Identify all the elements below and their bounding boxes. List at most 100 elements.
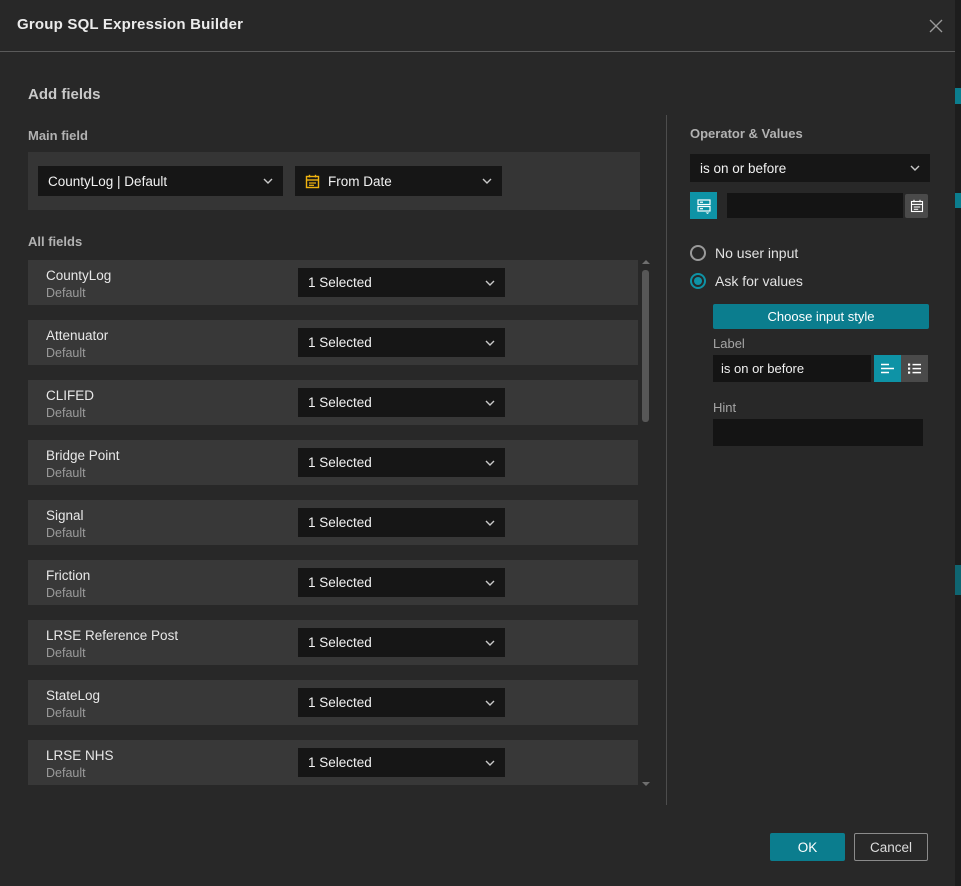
field-subtitle: Default [46, 526, 86, 540]
main-field-heading: Main field [28, 128, 88, 143]
radio-label: No user input [715, 245, 798, 261]
field-row: StateLog Default 1 Selected [28, 680, 638, 725]
field-row: Attenuator Default 1 Selected [28, 320, 638, 365]
hint-caption: Hint [713, 400, 736, 415]
field-selected-dropdown[interactable]: 1 Selected [298, 268, 505, 297]
field-selected-dropdown[interactable]: 1 Selected [298, 508, 505, 537]
choose-input-style-button[interactable]: Choose input style [713, 304, 929, 329]
calendar-icon [910, 199, 924, 213]
radio-no-user-input[interactable]: No user input [690, 245, 798, 261]
field-selected-dropdown[interactable]: 1 Selected [298, 688, 505, 717]
label-caption: Label [713, 336, 745, 351]
field-selected-dropdown[interactable]: 1 Selected [298, 628, 505, 657]
background-app-edge [955, 0, 961, 886]
value-input[interactable] [727, 193, 903, 218]
edge-accent [955, 565, 961, 595]
field-name: Bridge Point [46, 448, 120, 463]
operator-select-value: is on or before [700, 161, 904, 176]
field-name: Attenuator [46, 328, 108, 343]
field-name: StateLog [46, 688, 100, 703]
edge-accent [955, 193, 961, 208]
dialog-title: Group SQL Expression Builder [17, 16, 243, 33]
field-subtitle: Default [46, 706, 86, 720]
stacked-values-icon [696, 198, 712, 214]
chevron-down-icon [482, 178, 492, 184]
main-field-layer-select-value: CountyLog | Default [48, 174, 257, 189]
single-input-style-button[interactable] [874, 355, 901, 382]
main-field-field-select[interactable]: From Date [295, 166, 502, 196]
label-input[interactable] [713, 355, 871, 382]
chevron-down-icon [485, 520, 495, 526]
field-subtitle: Default [46, 646, 86, 660]
field-selected-value: 1 Selected [308, 755, 479, 770]
main-field-field-select-value: From Date [328, 174, 476, 189]
chevron-down-icon [485, 700, 495, 706]
field-row: LRSE Reference Post Default 1 Selected [28, 620, 638, 665]
list-scrollbar[interactable] [641, 258, 650, 788]
field-name: LRSE NHS [46, 748, 114, 763]
field-selected-dropdown[interactable]: 1 Selected [298, 328, 505, 357]
close-icon [928, 18, 944, 34]
calendar-icon [305, 174, 320, 189]
chevron-down-icon [485, 400, 495, 406]
field-selected-dropdown[interactable]: 1 Selected [298, 388, 505, 417]
field-subtitle: Default [46, 466, 86, 480]
field-name: LRSE Reference Post [46, 628, 178, 643]
field-selected-value: 1 Selected [308, 395, 479, 410]
hint-input[interactable] [713, 419, 923, 446]
field-name: Signal [46, 508, 84, 523]
field-row: Friction Default 1 Selected [28, 560, 638, 605]
radio-circle-icon [690, 245, 706, 261]
chevron-down-icon [485, 580, 495, 586]
field-selected-value: 1 Selected [308, 455, 479, 470]
main-field-layer-select[interactable]: CountyLog | Default [38, 166, 283, 196]
radio-ask-for-values[interactable]: Ask for values [690, 273, 803, 289]
cancel-button[interactable]: Cancel [854, 833, 928, 861]
chevron-down-icon [485, 640, 495, 646]
field-name: CountyLog [46, 268, 111, 283]
main-field-panel: CountyLog | Default From Date [28, 152, 640, 210]
chevron-down-icon [485, 280, 495, 286]
date-picker-button[interactable] [905, 194, 928, 218]
field-name: Friction [46, 568, 90, 583]
radio-selected-icon [690, 273, 706, 289]
scrollbar-up-arrow-icon[interactable] [642, 260, 650, 264]
chevron-down-icon [485, 760, 495, 766]
unique-values-button[interactable] [690, 192, 717, 219]
field-row: LRSE NHS Default 1 Selected [28, 740, 638, 785]
all-fields-heading: All fields [28, 234, 82, 249]
chevron-down-icon [263, 178, 273, 184]
field-selected-value: 1 Selected [308, 515, 479, 530]
field-selected-value: 1 Selected [308, 695, 479, 710]
scrollbar-thumb[interactable] [642, 270, 649, 422]
list-input-style-button[interactable] [901, 355, 928, 382]
operator-values-heading: Operator & Values [690, 126, 803, 141]
scrollbar-down-arrow-icon[interactable] [642, 782, 650, 786]
group-sql-expression-builder-dialog: Group SQL Expression Builder Add fields … [0, 0, 961, 886]
bulleted-list-icon [907, 362, 922, 375]
field-subtitle: Default [46, 586, 86, 600]
chevron-down-icon [910, 165, 920, 171]
operator-select[interactable]: is on or before [690, 154, 930, 182]
close-button[interactable] [925, 15, 947, 37]
dialog-titlebar: Group SQL Expression Builder [0, 0, 955, 52]
field-subtitle: Default [46, 406, 86, 420]
panel-divider [666, 115, 667, 805]
field-selected-value: 1 Selected [308, 575, 479, 590]
ok-button[interactable]: OK [770, 833, 845, 861]
field-selected-dropdown[interactable]: 1 Selected [298, 568, 505, 597]
field-row: Signal Default 1 Selected [28, 500, 638, 545]
edge-accent [955, 88, 961, 104]
field-selected-value: 1 Selected [308, 335, 479, 350]
chevron-down-icon [485, 460, 495, 466]
field-name: CLIFED [46, 388, 94, 403]
align-left-icon [880, 362, 895, 375]
add-fields-heading: Add fields [28, 86, 101, 103]
field-row: CLIFED Default 1 Selected [28, 380, 638, 425]
field-subtitle: Default [46, 766, 86, 780]
chevron-down-icon [485, 340, 495, 346]
field-selected-dropdown[interactable]: 1 Selected [298, 448, 505, 477]
field-selected-value: 1 Selected [308, 635, 479, 650]
radio-label: Ask for values [715, 273, 803, 289]
field-selected-dropdown[interactable]: 1 Selected [298, 748, 505, 777]
